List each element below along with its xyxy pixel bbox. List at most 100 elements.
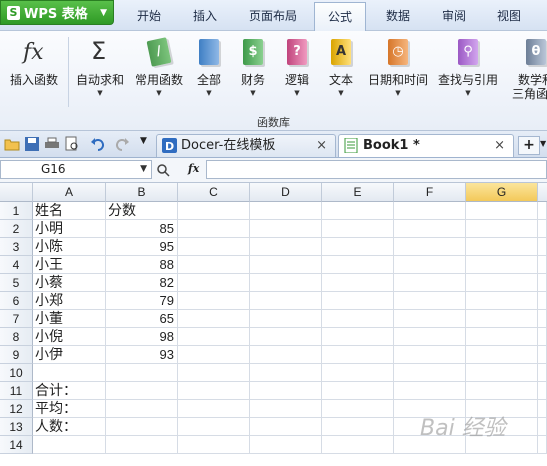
cell[interactable] xyxy=(466,220,538,238)
cell[interactable] xyxy=(466,292,538,310)
cell[interactable] xyxy=(322,238,394,256)
column-header-a[interactable]: A xyxy=(33,183,106,202)
cell[interactable] xyxy=(466,256,538,274)
date-time-button[interactable]: ◷ 日期和时间 ▼ xyxy=(366,37,430,99)
wps-app-button[interactable]: S WPS 表格 ▼ xyxy=(0,0,114,25)
cell-a[interactable]: 小伊 xyxy=(33,346,106,364)
cell-a[interactable]: 小明 xyxy=(33,220,106,238)
cell-a[interactable]: 姓名 xyxy=(33,202,106,220)
cell[interactable] xyxy=(538,400,547,418)
cell[interactable] xyxy=(178,310,250,328)
cell[interactable] xyxy=(250,418,322,436)
cell[interactable] xyxy=(538,310,547,328)
cell-b[interactable]: 98 xyxy=(106,328,178,346)
tab-review[interactable]: 审阅 xyxy=(432,0,476,30)
row-header[interactable]: 13 xyxy=(0,418,33,436)
cell[interactable] xyxy=(250,202,322,220)
financial-button[interactable]: $ 财务 ▼ xyxy=(236,37,270,99)
common-functions-button[interactable]: / 常用函数 ▼ xyxy=(132,37,186,99)
cell-a[interactable]: 小董 xyxy=(33,310,106,328)
cell-b[interactable]: 88 xyxy=(106,256,178,274)
cell-a[interactable]: 小陈 xyxy=(33,238,106,256)
cell-b[interactable]: 79 xyxy=(106,292,178,310)
cell-b[interactable]: 分数 xyxy=(106,202,178,220)
tab-data[interactable]: 数据 xyxy=(376,0,420,30)
cell[interactable] xyxy=(322,382,394,400)
row-header[interactable]: 4 xyxy=(0,256,33,274)
cell-b[interactable]: 85 xyxy=(106,220,178,238)
cell-b[interactable]: 65 xyxy=(106,310,178,328)
cell-b[interactable]: 95 xyxy=(106,238,178,256)
cell[interactable] xyxy=(178,364,250,382)
cell-a[interactable] xyxy=(33,436,106,454)
fx-icon[interactable]: fx xyxy=(188,162,199,175)
cell-a[interactable]: 人数： xyxy=(33,418,106,436)
cell[interactable] xyxy=(322,292,394,310)
cell[interactable] xyxy=(178,274,250,292)
column-header-e[interactable]: E xyxy=(322,183,394,202)
cell[interactable] xyxy=(322,364,394,382)
cell[interactable] xyxy=(538,328,547,346)
row-header[interactable]: 10 xyxy=(0,364,33,382)
new-tab-button[interactable]: + xyxy=(518,136,540,155)
cell[interactable] xyxy=(538,382,547,400)
cell[interactable] xyxy=(466,202,538,220)
insert-function-button[interactable]: fx 插入函数 xyxy=(8,37,60,87)
cell[interactable] xyxy=(322,220,394,238)
logical-button[interactable]: ? 逻辑 ▼ xyxy=(280,37,314,99)
cell[interactable] xyxy=(322,202,394,220)
tab-list-dropdown-icon[interactable]: ▼ xyxy=(540,139,546,148)
cell[interactable] xyxy=(538,346,547,364)
cell[interactable] xyxy=(466,274,538,292)
cell[interactable] xyxy=(178,238,250,256)
cell[interactable] xyxy=(178,202,250,220)
column-header-g[interactable]: G xyxy=(466,183,538,202)
cell[interactable] xyxy=(250,400,322,418)
print-preview-icon[interactable] xyxy=(64,136,80,152)
cell-b[interactable] xyxy=(106,436,178,454)
cell[interactable] xyxy=(538,364,547,382)
cell[interactable] xyxy=(250,382,322,400)
cell[interactable] xyxy=(250,238,322,256)
cell-b[interactable] xyxy=(106,382,178,400)
column-header-d[interactable]: D xyxy=(250,183,322,202)
cell[interactable] xyxy=(466,346,538,364)
cell[interactable] xyxy=(466,328,538,346)
row-header[interactable]: 6 xyxy=(0,292,33,310)
cell[interactable] xyxy=(322,346,394,364)
cell[interactable] xyxy=(250,274,322,292)
cell-a[interactable]: 小郑 xyxy=(33,292,106,310)
cell[interactable] xyxy=(178,400,250,418)
cell[interactable] xyxy=(394,382,466,400)
chevron-down-icon[interactable]: ▼ xyxy=(140,161,147,178)
cell[interactable] xyxy=(538,238,547,256)
cell-a[interactable]: 小倪 xyxy=(33,328,106,346)
row-header[interactable]: 7 xyxy=(0,310,33,328)
row-header[interactable]: 12 xyxy=(0,400,33,418)
cell[interactable] xyxy=(178,256,250,274)
cell[interactable] xyxy=(538,256,547,274)
cell[interactable] xyxy=(250,220,322,238)
tab-view[interactable]: 视图 xyxy=(487,0,531,30)
cell-b[interactable] xyxy=(106,400,178,418)
cell[interactable] xyxy=(178,220,250,238)
cell[interactable] xyxy=(322,274,394,292)
cell[interactable] xyxy=(394,292,466,310)
cell[interactable] xyxy=(394,310,466,328)
row-header[interactable]: 14 xyxy=(0,436,33,454)
row-header[interactable]: 1 xyxy=(0,202,33,220)
row-header[interactable]: 8 xyxy=(0,328,33,346)
close-icon[interactable]: × xyxy=(494,135,505,156)
column-header-f[interactable]: F xyxy=(394,183,466,202)
cell-a[interactable]: 小王 xyxy=(33,256,106,274)
cell[interactable] xyxy=(538,292,547,310)
math-trig-button[interactable]: θ 数学和 三角函数 xyxy=(508,37,547,101)
cell[interactable] xyxy=(250,436,322,454)
cell[interactable] xyxy=(178,292,250,310)
cell[interactable] xyxy=(538,220,547,238)
cell[interactable] xyxy=(394,220,466,238)
select-all-corner[interactable] xyxy=(0,183,33,202)
undo-icon[interactable] xyxy=(90,136,106,152)
cell[interactable] xyxy=(538,274,547,292)
cell[interactable] xyxy=(322,310,394,328)
